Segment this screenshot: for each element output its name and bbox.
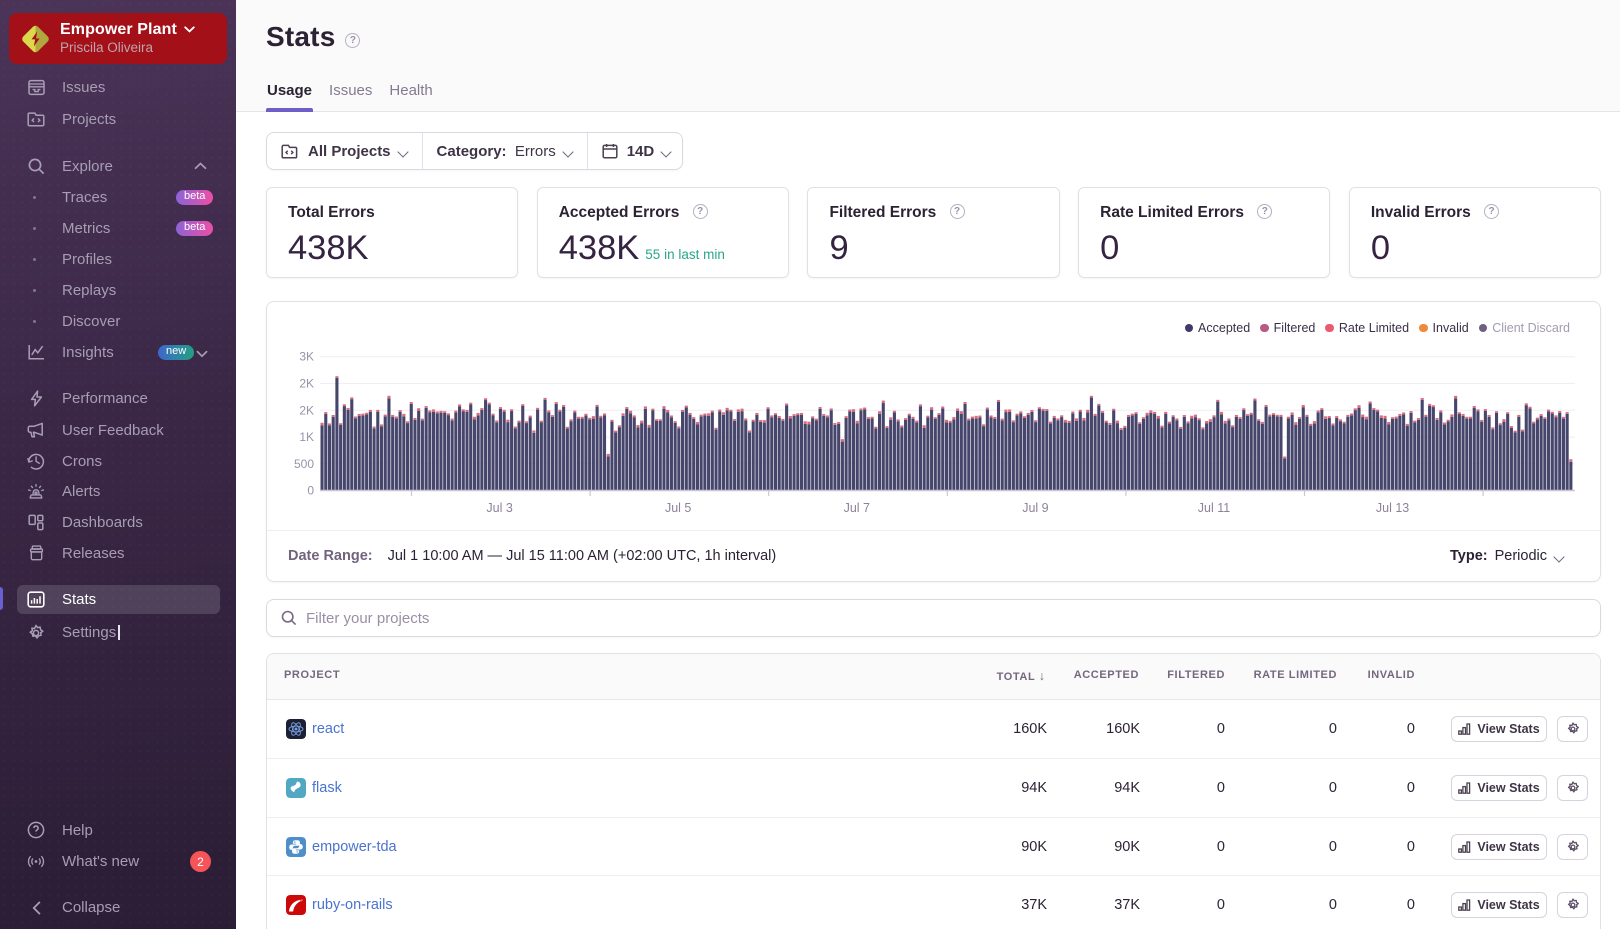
svg-text:Jul 5: Jul 5 — [665, 501, 691, 515]
svg-text:2K: 2K — [299, 403, 314, 417]
svg-text:2K: 2K — [299, 377, 314, 391]
svg-text:3K: 3K — [299, 350, 314, 364]
svg-text:500: 500 — [294, 457, 314, 471]
svg-text:0: 0 — [307, 484, 314, 498]
svg-text:1K: 1K — [299, 430, 314, 444]
svg-text:Jul 11: Jul 11 — [1198, 501, 1230, 515]
svg-text:Jul 7: Jul 7 — [844, 501, 870, 515]
svg-text:Jul 3: Jul 3 — [486, 501, 512, 515]
svg-text:Jul 9: Jul 9 — [1022, 501, 1048, 515]
svg-text:Jul 13: Jul 13 — [1376, 501, 1409, 515]
